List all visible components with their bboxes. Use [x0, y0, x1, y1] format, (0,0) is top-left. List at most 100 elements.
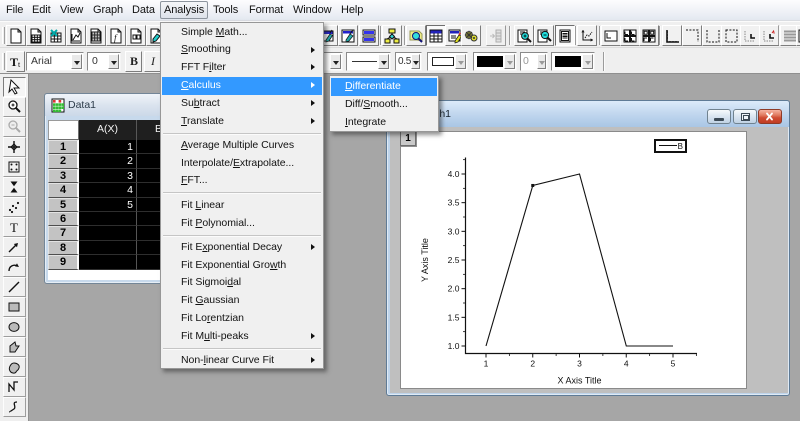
edit-window-button[interactable] — [338, 25, 358, 46]
row-header-4[interactable]: 4 — [48, 183, 79, 198]
menubar-item-view[interactable]: View — [60, 0, 83, 20]
data-selector-button[interactable] — [3, 177, 26, 197]
menubar-item-window[interactable]: Window — [293, 0, 332, 20]
pattern-color-combo[interactable] — [551, 52, 595, 71]
font-name-combo-dropdown-button[interactable] — [71, 54, 82, 69]
polyline-tool-button[interactable] — [3, 377, 26, 397]
minimize-button[interactable] — [707, 109, 731, 124]
corner-cell[interactable] — [48, 120, 79, 140]
row-header-6[interactable]: 6 — [48, 212, 79, 227]
new-graph-button[interactable] — [66, 25, 86, 46]
menu-item-average-multiple-curves[interactable]: Average Multiple Curves — [162, 137, 322, 155]
row-header-8[interactable]: 8 — [48, 240, 79, 256]
new-matrix-button[interactable] — [86, 25, 106, 46]
menubar-item-data[interactable]: Data — [132, 0, 155, 20]
menu-item-fft[interactable]: FFT... — [162, 172, 322, 190]
attach-column-button[interactable] — [486, 25, 506, 46]
menu-item-smoothing[interactable]: Smoothing — [162, 41, 322, 59]
axes-bottom-button[interactable] — [702, 25, 722, 46]
font-name-combo[interactable]: Arial — [26, 52, 84, 71]
project-explorer-button[interactable] — [382, 25, 402, 46]
menubar-item-tools[interactable]: Tools — [213, 0, 238, 20]
close-button[interactable] — [758, 109, 782, 124]
freehand-tool-button[interactable] — [3, 397, 26, 417]
menu-item-fit-lorentzian[interactable]: Fit Lorentzian — [162, 310, 322, 328]
cell-a6[interactable] — [79, 212, 137, 227]
menu-item-fit-linear[interactable]: Fit Linear — [162, 197, 322, 215]
pattern-width-combo-dropdown-button[interactable] — [537, 54, 546, 69]
draw-data-button[interactable] — [3, 197, 26, 217]
pattern-color-combo-dropdown-button[interactable] — [582, 54, 593, 69]
new-project-button[interactable] — [6, 25, 26, 46]
cell-a7[interactable] — [79, 226, 137, 241]
italic-button[interactable]: I — [144, 51, 161, 72]
symbol-combo-dropdown-button[interactable] — [330, 54, 341, 69]
cell-a5[interactable]: 5 — [79, 197, 137, 212]
layer-quad-v-button[interactable] — [639, 25, 659, 46]
font-size-combo[interactable]: 0 — [87, 52, 121, 71]
pattern-width-combo[interactable]: 0 — [520, 52, 548, 71]
screen-reader-button[interactable] — [3, 137, 26, 157]
font-tool-button[interactable]: Tt — [6, 51, 25, 72]
legend[interactable]: B — [654, 139, 687, 153]
menu-item-fit-polynomial[interactable]: Fit Polynomial... — [162, 215, 322, 233]
menu-item-fft-filter[interactable]: FFT Filter — [162, 59, 322, 77]
menubar-item-graph[interactable]: Graph — [93, 0, 123, 20]
menu-item-interpolate-extrapolate[interactable]: Interpolate/Extrapolate... — [162, 155, 322, 173]
cell-a9[interactable] — [79, 255, 137, 270]
axes-frame-button[interactable] — [721, 25, 741, 46]
line-style-combo-dropdown-button[interactable] — [378, 54, 389, 69]
menubar-item-file[interactable]: File — [6, 0, 23, 20]
zoom-out-button[interactable] — [3, 117, 26, 137]
zoom-in-button[interactable] — [3, 97, 26, 117]
cell-a3[interactable]: 3 — [79, 168, 137, 184]
layer-quad-h-button[interactable] — [620, 25, 640, 46]
line-tool-button[interactable] — [3, 277, 26, 297]
arrow-tool-button[interactable] — [3, 237, 26, 257]
fill-pattern-combo-dropdown-button[interactable] — [455, 54, 466, 69]
menu-item-calculus[interactable]: Calculus — [162, 76, 322, 95]
menu-item-diff-smooth[interactable]: Diff/Smooth... — [331, 96, 437, 114]
menu-item-integrate[interactable]: Integrate — [331, 114, 437, 132]
cell-a2[interactable]: 2 — [79, 154, 137, 169]
view-windows-button[interactable] — [406, 25, 426, 46]
zoom-in-page-button[interactable] — [514, 25, 534, 46]
full-page-button[interactable] — [555, 25, 575, 46]
menubar-item-help[interactable]: Help — [341, 0, 363, 20]
circle-tool-button[interactable] — [3, 317, 26, 337]
line-width-combo[interactable]: 0.5 — [395, 52, 422, 71]
menu-item-simple-math[interactable]: Simple Math... — [162, 24, 322, 42]
fill-color-combo[interactable] — [473, 52, 517, 71]
fill-pattern-combo[interactable] — [427, 52, 468, 71]
new-layout-button[interactable] — [126, 25, 146, 46]
row-header-2[interactable]: 2 — [48, 154, 79, 169]
menu-item-non-linear-curve-fit[interactable]: Non-linear Curve Fit — [162, 352, 322, 370]
new-worksheet-button[interactable] — [26, 25, 46, 46]
row-header-5[interactable]: 5 — [48, 197, 79, 212]
axis-scale-out-button[interactable] — [759, 25, 779, 46]
region-tool-button[interactable] — [3, 357, 26, 377]
cell-a8[interactable] — [79, 240, 137, 256]
polygon-tool-button[interactable] — [3, 337, 26, 357]
new-function-button[interactable]: f — [106, 25, 126, 46]
axis-scale-in-button[interactable] — [740, 25, 760, 46]
menubar-item-analysis[interactable]: Analysis — [160, 1, 209, 19]
line-width-combo-dropdown-button[interactable] — [411, 54, 420, 69]
curved-arrow-tool-button[interactable] — [3, 257, 26, 277]
menu-item-fit-exponential-decay[interactable]: Fit Exponential Decay — [162, 239, 322, 257]
menu-item-fit-sigmoidal[interactable]: Fit Sigmoidal — [162, 274, 322, 292]
row-header-7[interactable]: 7 — [48, 226, 79, 241]
fill-color-combo-dropdown-button[interactable] — [504, 54, 515, 69]
rescale-axes-button[interactable] — [577, 25, 597, 46]
cell-a4[interactable]: 4 — [79, 183, 137, 198]
menubar-item-edit[interactable]: Edit — [32, 0, 51, 20]
font-size-combo-dropdown-button[interactable] — [108, 54, 119, 69]
menu-item-fit-gaussian[interactable]: Fit Gaussian — [162, 292, 322, 310]
worksheet-view-button[interactable] — [426, 25, 446, 46]
color-palette-button[interactable] — [796, 25, 800, 46]
row-header-9[interactable]: 9 — [48, 255, 79, 270]
rectangle-tool-button[interactable] — [3, 297, 26, 317]
layer-button[interactable]: 1 — [400, 131, 416, 146]
row-header-3[interactable]: 3 — [48, 168, 79, 184]
restore-button[interactable] — [733, 109, 757, 124]
